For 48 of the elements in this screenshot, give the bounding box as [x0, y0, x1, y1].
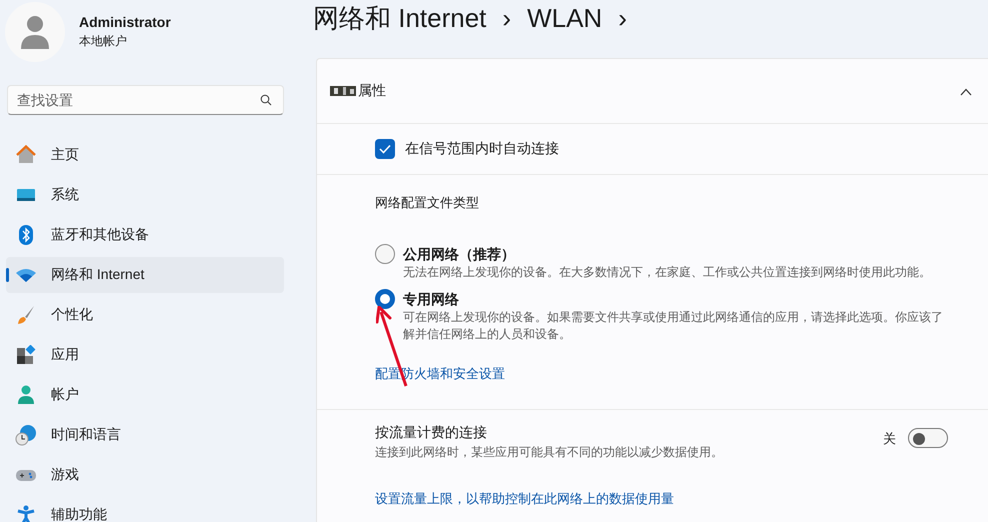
breadcrumb-item[interactable]: 网络和 Internet — [313, 0, 486, 36]
metered-description: 连接到此网络时，某些应用可能具有不同的功能以减少数据使用。 — [375, 444, 723, 461]
home-icon — [16, 145, 36, 165]
nav-item[interactable]: 蓝牙和其他设备 — [6, 217, 284, 253]
gamepad-icon — [15, 468, 37, 482]
search-field[interactable]: 查找设置 — [7, 85, 284, 115]
nav-item[interactable]: 游戏 — [6, 457, 284, 493]
nav-item[interactable]: 网络和 Internet — [6, 257, 284, 293]
breadcrumb-item[interactable]: WLAN — [527, 0, 602, 36]
option-label: 公用网络（推荐） — [403, 245, 516, 264]
redaction-mark — [329, 84, 357, 98]
nav-item[interactable]: 帐户 — [6, 377, 284, 413]
breadcrumb-separator: › — [618, 2, 627, 35]
option-description: 无法在网络上发现你的设备。在大多数情况下，在家庭、工作或公共位置连接到网络时使用此功能。 — [403, 264, 932, 281]
paintbrush-icon — [16, 305, 36, 325]
profile-heading: 网络配置文件类型 — [375, 194, 480, 212]
accessibility-icon — [16, 505, 36, 522]
metered-title: 按流量计费的连接 — [375, 424, 488, 442]
checkbox-label: 在信号范围内时自动连接 — [405, 140, 559, 158]
nav-item[interactable]: 时间和语言 — [6, 417, 284, 453]
radio-button[interactable] — [375, 244, 395, 264]
nav-item[interactable]: 个性化 — [6, 297, 284, 333]
wifi-icon — [15, 267, 37, 283]
nav-item[interactable]: 辅助功能 — [6, 497, 284, 522]
person-icon — [17, 385, 35, 405]
bluetooth-icon — [18, 224, 34, 246]
section-title: 属性 — [358, 82, 386, 100]
option-label: 专用网络 — [403, 290, 460, 309]
checkbox[interactable] — [375, 139, 395, 159]
chevron-icon[interactable] — [960, 88, 972, 96]
search-icon — [260, 94, 272, 106]
account-type: 本地帐户 — [79, 33, 128, 50]
monitor-icon — [16, 187, 36, 203]
apps-icon — [16, 345, 36, 365]
globe-clock-icon — [15, 424, 37, 446]
data-limit-link[interactable]: 设置流量上限，以帮助控制在此网络上的数据使用量 — [375, 490, 674, 508]
radio-button[interactable] — [375, 289, 395, 309]
nav-item[interactable]: 系统 — [6, 177, 284, 213]
nav-item[interactable]: 主页 — [6, 137, 284, 173]
account-name: Administrator — [79, 14, 171, 30]
toggle-state: 关 — [883, 430, 896, 448]
toggle-switch[interactable] — [908, 428, 948, 448]
checkmark-icon — [379, 144, 391, 154]
option-description: 可在网络上发现你的设备。如果需要文件共享或使用通过此网络通信的应用，请选择此选项。你应该了解并信任网络上的人员和设备。 — [403, 309, 944, 343]
avatar-icon — [20, 15, 50, 49]
breadcrumb-separator: › — [502, 2, 512, 35]
section-header[interactable]: 属性 — [317, 59, 988, 124]
nav-item[interactable]: 应用 — [6, 337, 284, 373]
